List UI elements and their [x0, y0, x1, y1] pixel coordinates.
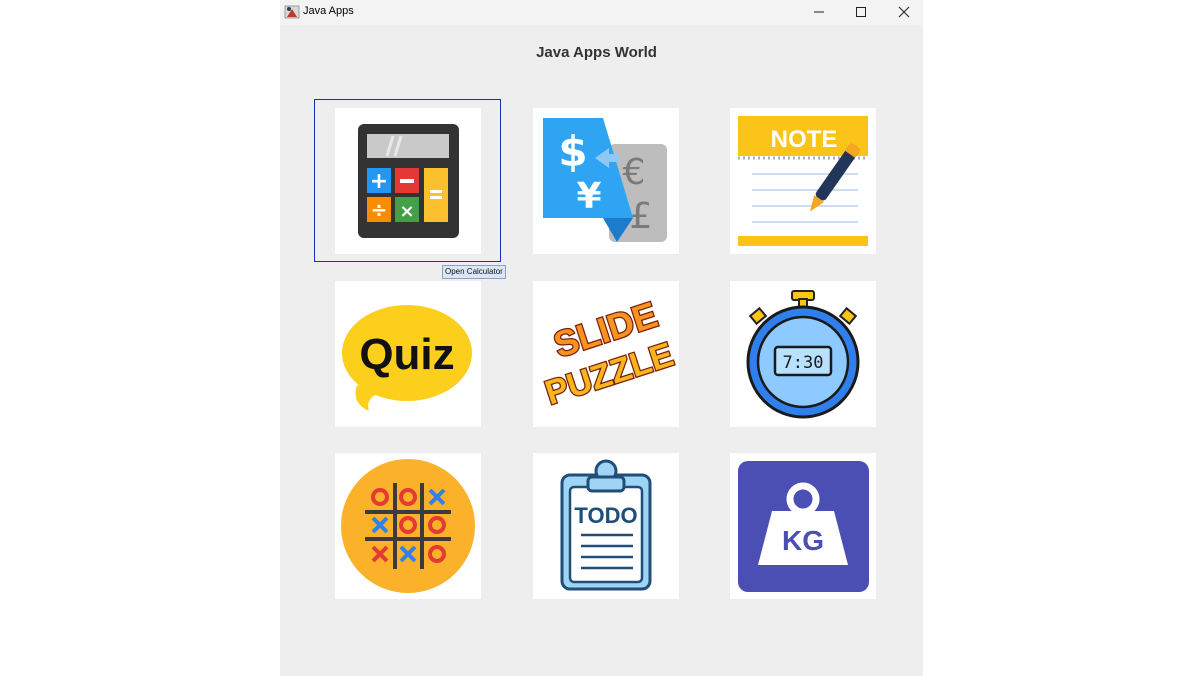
currency-converter-app-button[interactable]: $ ¥ € £ — [533, 108, 679, 254]
title-bar: Java Apps — [280, 0, 923, 25]
app-window: Java Apps Java Apps World + ÷ × $ ¥ € £ … — [280, 0, 923, 676]
todo-clipboard-icon: TODO — [560, 459, 652, 591]
tic-tac-toe-icon — [341, 459, 475, 593]
svg-text:Quiz: Quiz — [359, 330, 454, 379]
java-app-icon — [284, 5, 300, 19]
maximize-button[interactable] — [840, 0, 882, 24]
page-title: Java Apps World — [536, 44, 657, 61]
minimize-button[interactable] — [798, 0, 840, 24]
svg-text:×: × — [399, 201, 414, 222]
close-icon — [898, 6, 910, 18]
quiz-app-button[interactable]: Quiz — [335, 281, 481, 427]
svg-text:NOTE: NOTE — [771, 126, 838, 153]
slide-puzzle-app-button[interactable]: SLIDE PUZZLE — [533, 281, 679, 427]
svg-text:TODO: TODO — [574, 503, 637, 528]
window-title: Java Apps — [303, 5, 354, 17]
quiz-bubble-icon: Quiz — [342, 305, 472, 411]
svg-text:7:30: 7:30 — [783, 353, 824, 373]
weight-converter-app-button[interactable]: KG — [730, 453, 876, 599]
note-pad-icon: NOTE — [738, 116, 868, 246]
todo-app-button[interactable]: TODO — [533, 453, 679, 599]
tic-tac-toe-app-button[interactable] — [335, 453, 481, 599]
stopwatch-icon: 7:30 — [746, 290, 860, 419]
svg-text:£: £ — [630, 196, 653, 237]
stopwatch-app-button[interactable]: 7:30 — [730, 281, 876, 427]
kg-weight-icon: KG — [738, 461, 869, 592]
slide-puzzle-icon: SLIDE PUZZLE — [539, 292, 679, 413]
calculator-tooltip: Open Calculator — [442, 265, 506, 279]
maximize-icon — [856, 7, 866, 17]
svg-text:$: $ — [558, 127, 587, 176]
svg-text:+: + — [370, 169, 388, 194]
svg-text:¥: ¥ — [576, 176, 601, 217]
svg-text:KG: KG — [782, 525, 824, 556]
close-button[interactable] — [883, 0, 923, 24]
svg-text:÷: ÷ — [371, 198, 388, 222]
currency-exchange-icon: $ ¥ € £ — [543, 118, 667, 242]
minimize-icon — [814, 11, 824, 13]
calculator-app-button[interactable]: + ÷ × — [335, 108, 481, 254]
svg-text:€: € — [623, 152, 646, 193]
notes-app-button[interactable]: NOTE — [730, 108, 876, 254]
calculator-icon: + ÷ × — [358, 124, 459, 238]
